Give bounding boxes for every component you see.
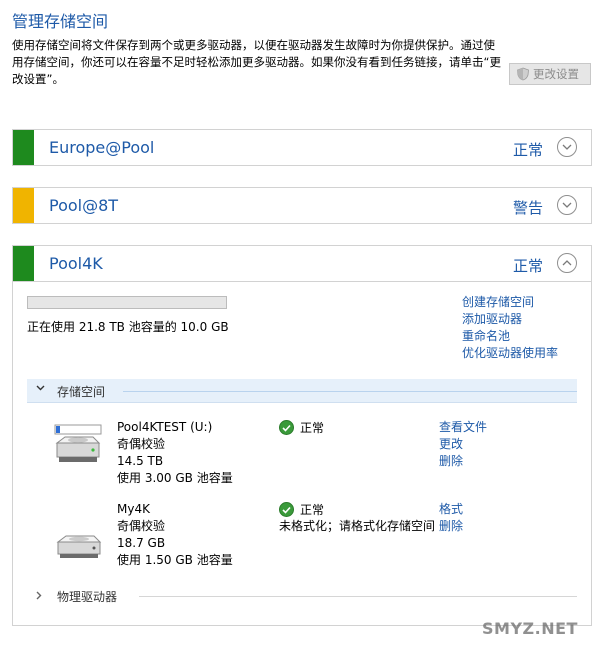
space-status-text: 正常 bbox=[300, 503, 325, 517]
view-files-link[interactable]: 查看文件 bbox=[439, 419, 487, 436]
pool-name: Europe@Pool bbox=[49, 138, 155, 157]
pool-details-panel: 正在使用 21.8 TB 池容量的 10.0 GB 创建存储空间 添加驱动器 重… bbox=[12, 282, 592, 626]
pool-task-links: 创建存储空间 添加驱动器 重命名池 优化驱动器使用率 bbox=[462, 294, 558, 362]
chevron-right-icon bbox=[36, 591, 42, 600]
space-name: My4K bbox=[117, 502, 150, 516]
pool-name: Pool4K bbox=[49, 254, 103, 273]
expand-chevron-icon[interactable] bbox=[557, 137, 577, 157]
storage-spaces-section-header[interactable]: 存储空间 bbox=[27, 379, 577, 403]
space-pool-usage: 使用 1.50 GB 池容量 bbox=[117, 553, 233, 567]
pool-header-pool4k[interactable]: Pool4K 正常 bbox=[12, 245, 592, 282]
storage-space-info: My4K 奇偶校验 18.7 GB 使用 1.50 GB 池容量 bbox=[117, 501, 233, 569]
ok-check-icon bbox=[279, 420, 294, 435]
pool-usage-bar bbox=[27, 296, 227, 309]
pool-status: 正常 bbox=[512, 257, 543, 275]
pool-status: 警告 bbox=[512, 199, 543, 217]
space-status: 正常 bbox=[279, 501, 324, 518]
ok-check-icon bbox=[279, 502, 294, 517]
storage-space-info: Pool4KTEST (U:) 奇偶校验 14.5 TB 使用 3.00 GB … bbox=[117, 419, 233, 487]
chevron-down-icon bbox=[36, 385, 45, 391]
space-status-text: 正常 bbox=[300, 421, 325, 435]
physical-drives-section-header[interactable]: 物理驱动器 bbox=[27, 587, 577, 607]
space-resiliency: 奇偶校验 bbox=[117, 519, 166, 533]
delete-space-link[interactable]: 删除 bbox=[439, 518, 463, 535]
section-divider bbox=[139, 596, 577, 597]
physical-drives-label: 物理驱动器 bbox=[57, 590, 118, 604]
page-title: 管理存储空间 bbox=[12, 12, 109, 31]
watermark: SMYZ.NET bbox=[482, 619, 578, 638]
space-name: Pool4KTEST (U:) bbox=[117, 420, 213, 434]
pool-name: Pool@8T bbox=[49, 196, 119, 215]
space-size: 18.7 GB bbox=[117, 536, 166, 550]
storage-space-drive-icon bbox=[54, 424, 102, 462]
rename-pool-link[interactable]: 重命名池 bbox=[462, 328, 558, 345]
expand-chevron-icon[interactable] bbox=[557, 195, 577, 215]
space-status: 正常 bbox=[279, 419, 324, 436]
delete-space-link[interactable]: 删除 bbox=[439, 453, 487, 470]
space-status-note: 未格式化；请格式化存储空间 bbox=[279, 519, 436, 533]
pool-status-bar bbox=[13, 130, 34, 165]
storage-space-drive-icon bbox=[56, 535, 102, 558]
section-divider bbox=[123, 391, 577, 392]
pool-header-europe[interactable]: Europe@Pool 正常 bbox=[12, 129, 592, 166]
optimize-drive-usage-link[interactable]: 优化驱动器使用率 bbox=[462, 345, 558, 362]
pool-usage-text: 正在使用 21.8 TB 池容量的 10.0 GB bbox=[27, 320, 229, 334]
page-description: 使用存储空间将文件保存到两个或更多驱动器，以便在驱动器发生故障时为你提供保护。通… bbox=[12, 38, 501, 86]
pool-status-bar bbox=[13, 246, 34, 281]
space-size: 14.5 TB bbox=[117, 454, 164, 468]
add-drives-link[interactable]: 添加驱动器 bbox=[462, 311, 558, 328]
change-space-link[interactable]: 更改 bbox=[439, 436, 487, 453]
space-actions: 格式 删除 bbox=[439, 501, 463, 535]
space-resiliency: 奇偶校验 bbox=[117, 437, 166, 451]
collapse-chevron-icon[interactable] bbox=[557, 253, 577, 273]
change-settings-button[interactable]: 更改设置 bbox=[509, 63, 591, 85]
pool-status: 正常 bbox=[512, 141, 543, 159]
uac-shield-icon bbox=[517, 67, 529, 81]
space-actions: 查看文件 更改 删除 bbox=[439, 419, 487, 470]
create-space-link[interactable]: 创建存储空间 bbox=[462, 294, 558, 311]
space-pool-usage: 使用 3.00 GB 池容量 bbox=[117, 471, 233, 485]
change-settings-label: 更改设置 bbox=[533, 67, 579, 81]
storage-spaces-label: 存储空间 bbox=[57, 385, 106, 399]
format-space-link[interactable]: 格式 bbox=[439, 501, 463, 518]
pool-header-pool8t[interactable]: Pool@8T 警告 bbox=[12, 187, 592, 224]
pool-status-bar bbox=[13, 188, 34, 223]
